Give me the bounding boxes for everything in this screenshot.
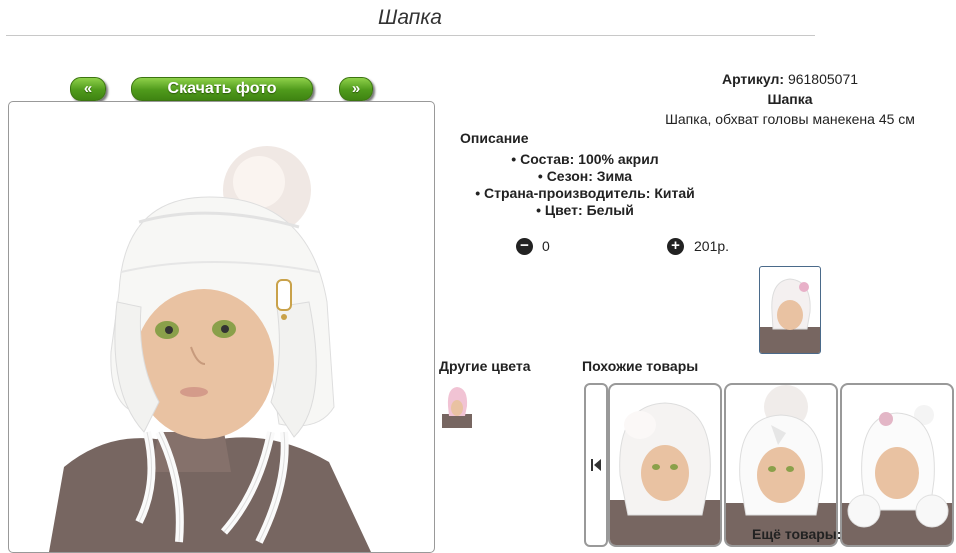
product-name: Шапка [767,91,813,107]
main-product-photo[interactable] [8,101,435,553]
first-page-icon [591,459,601,471]
download-photo-button[interactable]: Скачать фото [131,77,313,101]
article-label: Артикул: [721,71,785,87]
article-value: 961805071 [787,71,859,87]
price-value: 201р. [694,238,730,254]
spec-item: • Цвет: Белый [536,202,634,218]
minus-circle-icon[interactable]: − [516,238,533,255]
spec-item: • Состав: 100% акрил [511,151,659,167]
other-color-thumbnail[interactable] [442,384,472,428]
photo-thumbnail[interactable] [759,266,821,354]
similar-product-card[interactable] [840,383,954,547]
similar-title: Похожие товары [582,358,699,374]
similar-product-card[interactable] [608,383,722,547]
other-colors-title: Другие цвета [439,358,531,374]
plus-circle-icon[interactable]: + [667,238,684,255]
next-photo-button[interactable]: » [339,77,373,101]
product-subtitle: Шапка, обхват головы манекена 45 см [665,111,915,127]
similar-product-card[interactable] [724,383,838,547]
product-image [49,146,371,552]
spec-item: • Страна-производитель: Китай [475,185,695,201]
page-title: Шапка [378,6,442,29]
more-products-title: Ещё товары: [752,526,842,542]
similar-prev-button[interactable] [584,383,608,547]
title-divider [6,35,815,36]
description-title: Описание [460,130,529,146]
article-line: Артикул: 961805071 [640,71,940,87]
spec-item: • Сезон: Зима [537,168,633,184]
quantity-value: 0 [542,238,550,254]
prev-photo-button[interactable]: « [70,77,106,101]
